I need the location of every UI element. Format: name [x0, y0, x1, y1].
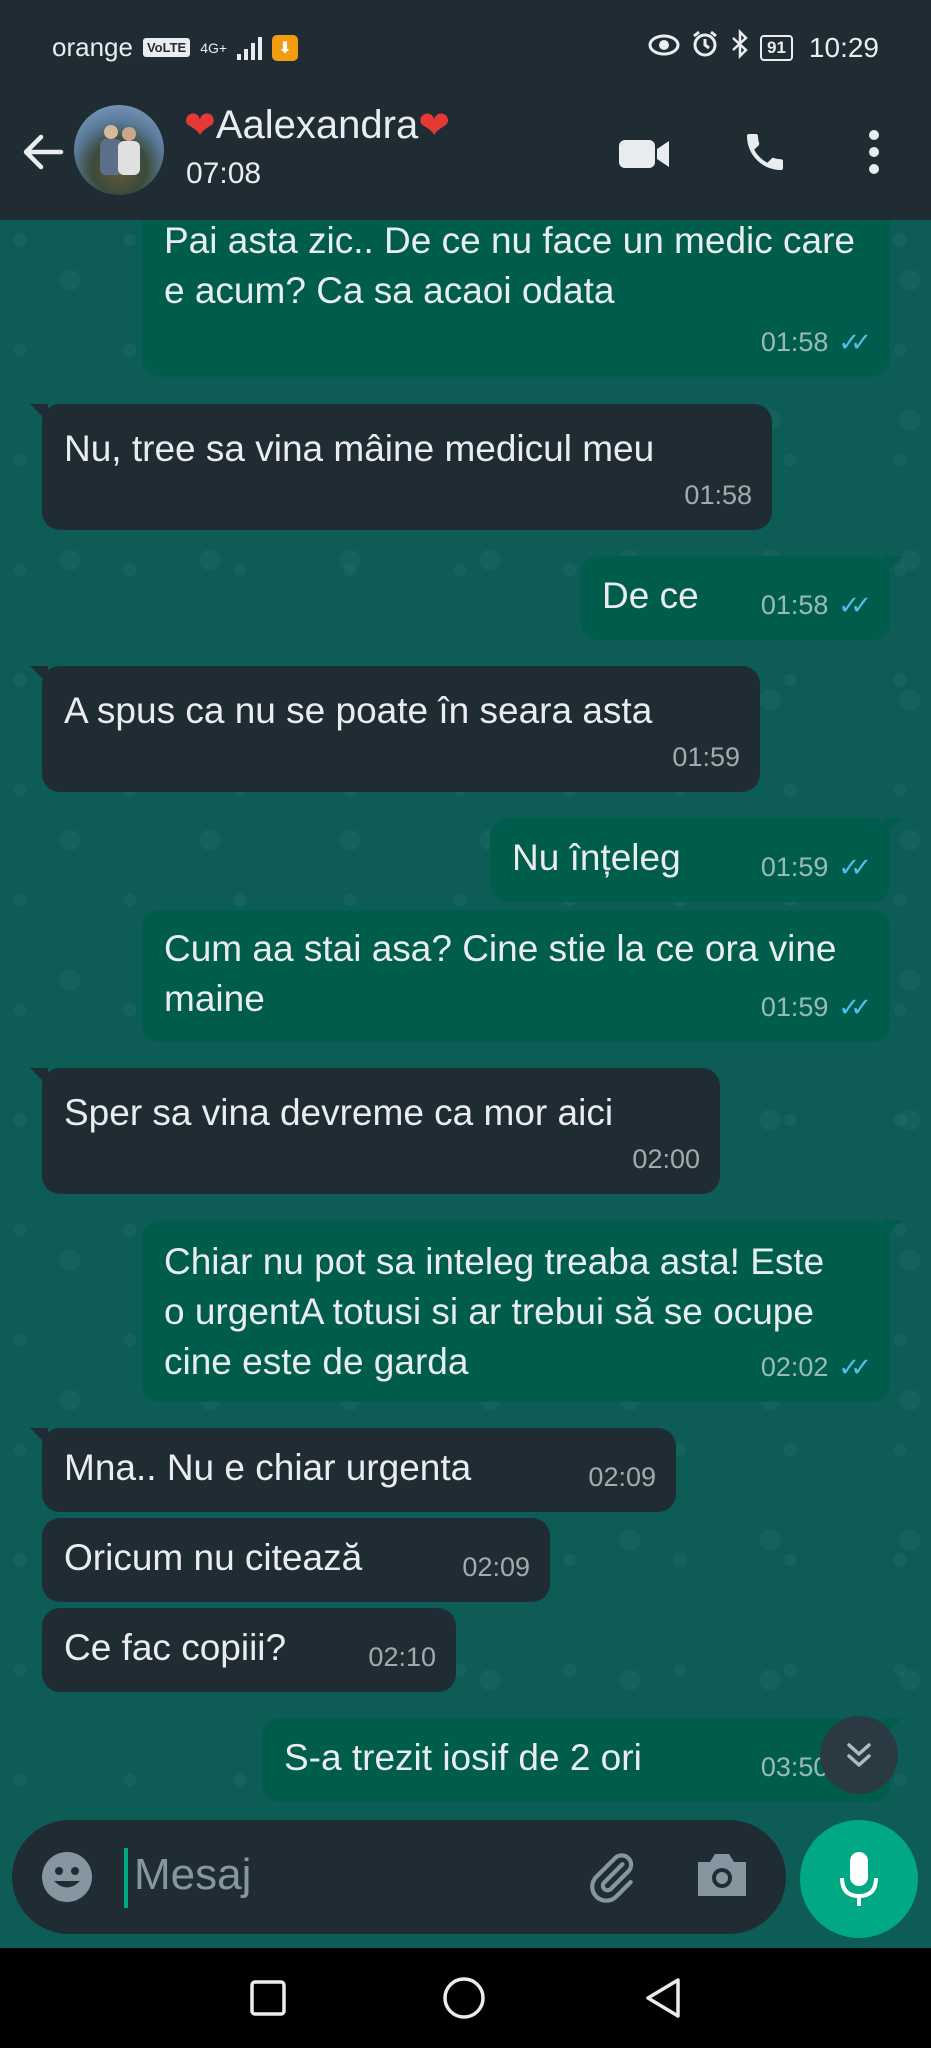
message-text: Sper sa vina devreme ca mor aici	[64, 1092, 614, 1133]
voice-call-button[interactable]	[738, 125, 792, 179]
heart-icon: ❤	[418, 105, 451, 147]
message-time: 01:59	[760, 992, 829, 1022]
chat-area[interactable]: Pai asta zic.. De ce nu face un medic ca…	[0, 220, 931, 1822]
paperclip-icon	[590, 1853, 634, 1903]
video-call-icon	[619, 140, 669, 168]
emoji-icon	[42, 1852, 92, 1902]
read-ticks-icon: ✓✓	[838, 852, 871, 882]
status-right: 91 10:29	[648, 28, 879, 66]
back-button[interactable]	[18, 127, 68, 177]
message-meta: 02:09	[462, 1542, 530, 1592]
message-text: Mna.. Nu e chiar urgenta	[64, 1447, 472, 1488]
chevron-double-down-icon	[847, 1743, 871, 1767]
message-text: A spus ca nu se poate în seara asta	[64, 690, 653, 731]
phone-icon	[747, 134, 783, 170]
message-text: Pai asta zic.. De ce nu face un medic ca…	[164, 220, 856, 311]
mic-icon	[840, 1852, 878, 1906]
message-meta: 02:00	[632, 1134, 700, 1184]
heart-icon: ❤	[184, 105, 216, 147]
chat-header: ❤ Aalexandra ❤ 07:08	[0, 95, 931, 220]
message-bubble-out[interactable]: De ce 01:58 ✓✓	[580, 556, 902, 640]
menu-button[interactable]	[854, 125, 894, 179]
message-bubble-out[interactable]: Nu înțeleg 01:59 ✓✓	[490, 818, 902, 902]
battery-indicator: 91	[760, 34, 793, 61]
message-meta: 02:02 ✓✓	[760, 1342, 872, 1392]
message-time: 03:50	[760, 1752, 829, 1782]
status-time: 10:29	[808, 31, 879, 63]
message-meta: 02:09	[588, 1452, 656, 1502]
eye-icon	[648, 32, 680, 63]
attach-button[interactable]	[584, 1848, 640, 1911]
text-caret	[124, 1848, 128, 1908]
message-time: 01:58	[760, 590, 829, 620]
message-bubble-out[interactable]: Pai asta zic.. De ce nu face un medic ca…	[142, 220, 890, 377]
message-meta: 02:10	[368, 1632, 436, 1682]
circle-icon	[443, 1977, 485, 2019]
scroll-to-bottom-button[interactable]	[820, 1716, 898, 1794]
message-meta: 01:58	[684, 470, 752, 520]
message-meta: 01:58 ✓✓	[760, 317, 872, 367]
message-bubble-in[interactable]: Nu, tree sa vina mâine medicul meu 01:58	[30, 404, 772, 530]
message-time: 01:59	[672, 742, 740, 772]
more-vert-icon	[869, 130, 879, 174]
signal-icon	[237, 36, 263, 60]
arrow-left-icon	[23, 134, 64, 170]
input-placeholder: Mesaj	[134, 1850, 252, 1899]
status-left: orange VoLTE 4G+ ⬇	[52, 32, 299, 63]
read-ticks-icon: ✓✓	[838, 1352, 871, 1382]
contact-name[interactable]: ❤ Aalexandra ❤	[184, 103, 450, 148]
message-time: 02:10	[368, 1642, 436, 1672]
message-input[interactable]: Mesaj	[12, 1820, 786, 1934]
message-time: 02:02	[760, 1352, 829, 1382]
avatar[interactable]	[74, 105, 164, 195]
square-icon	[250, 1980, 286, 2016]
voice-record-button[interactable]	[800, 1820, 918, 1938]
read-ticks-icon: ✓✓	[838, 590, 871, 620]
message-time: 01:58	[760, 327, 829, 357]
last-seen: 07:08	[186, 157, 262, 190]
bluetooth-icon	[730, 28, 750, 66]
notification-icon: ⬇	[272, 34, 299, 61]
message-bubble-out[interactable]: Cum aa stai asa? Cine stie la ce ora vin…	[142, 910, 890, 1042]
camera-icon	[698, 1854, 746, 1896]
recents-button[interactable]	[246, 1976, 290, 2020]
carrier-label: orange	[52, 32, 133, 62]
message-time: 02:09	[462, 1552, 530, 1582]
home-button[interactable]	[442, 1976, 486, 2020]
message-meta: 01:58 ✓✓	[760, 580, 872, 630]
message-text: Nu, tree sa vina mâine medicul meu	[64, 428, 655, 469]
message-bubble-out[interactable]: Chiar nu pot sa inteleg treaba asta! Est…	[142, 1220, 902, 1402]
back-nav-button[interactable]	[640, 1976, 684, 2020]
message-bubble-in[interactable]: Oricum nu citează 02:09	[42, 1518, 550, 1602]
message-bubble-in[interactable]: Mna.. Nu e chiar urgenta 02:09	[30, 1428, 676, 1512]
camera-button[interactable]	[694, 1850, 750, 1905]
read-ticks-icon: ✓✓	[838, 992, 871, 1022]
message-meta: 01:59 ✓✓	[760, 842, 872, 892]
triangle-back-icon	[646, 1978, 680, 2018]
message-bubble-in[interactable]: Ce fac copiii? 02:10	[42, 1608, 456, 1692]
composer-bar: Mesaj	[0, 1802, 931, 1948]
message-bubble-out[interactable]: S-a trezit iosif de 2 ori 03:50 ✓✓	[262, 1718, 902, 1802]
video-call-button[interactable]	[616, 129, 672, 179]
status-bar: orange VoLTE 4G+ ⬇ 91 10:29	[0, 0, 931, 95]
message-bubble-in[interactable]: Sper sa vina devreme ca mor aici 02:00	[30, 1068, 720, 1194]
message-time: 01:59	[760, 852, 829, 882]
read-ticks-icon: ✓✓	[838, 327, 871, 357]
message-time: 02:09	[588, 1462, 656, 1492]
emoji-button[interactable]	[40, 1850, 94, 1909]
message-time: 02:00	[632, 1144, 700, 1174]
alarm-icon	[690, 29, 720, 66]
contact-name-text: Aalexandra	[215, 103, 419, 147]
volte-badge: VoLTE	[142, 38, 191, 57]
network-type: 4G+	[200, 39, 228, 56]
message-text: Oricum nu citează	[64, 1537, 363, 1578]
system-nav-bar	[0, 1948, 931, 2048]
message-meta: 01:59 ✓✓	[760, 982, 872, 1032]
message-time: 01:58	[684, 480, 752, 510]
message-bubble-in[interactable]: A spus ca nu se poate în seara asta 01:5…	[30, 666, 760, 792]
message-meta: 01:59	[672, 732, 740, 782]
